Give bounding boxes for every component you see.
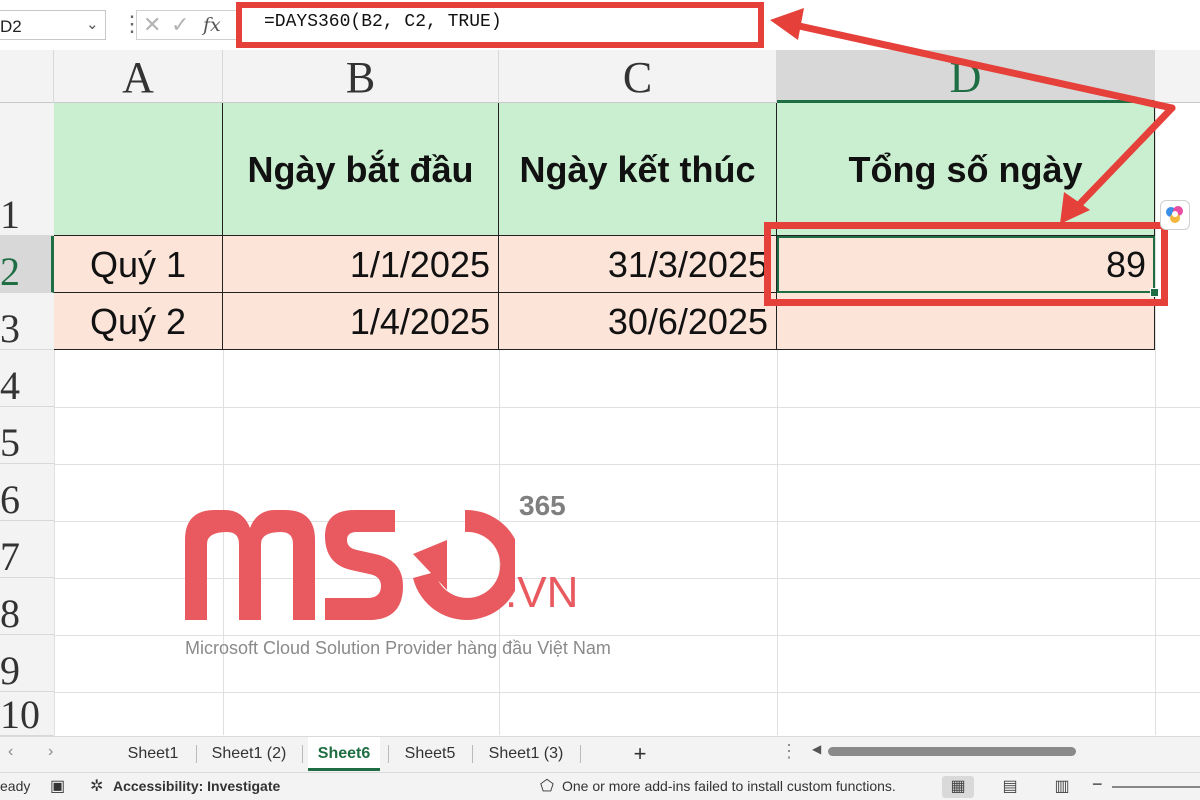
add-sheet-button[interactable]: + xyxy=(626,737,654,771)
tab-divider xyxy=(580,745,581,763)
macro-record-icon[interactable]: ▣ xyxy=(50,776,65,796)
tab-divider xyxy=(196,745,197,763)
zoom-out-icon[interactable]: − xyxy=(1092,774,1103,795)
annotation-arrows xyxy=(770,8,1176,224)
chevron-right-icon[interactable]: › xyxy=(48,743,53,761)
chevron-left-icon[interactable]: ‹ xyxy=(8,743,13,761)
mso-365-label: 365 xyxy=(519,490,566,521)
arrow-to-result xyxy=(1068,104,1176,216)
mso-logo xyxy=(185,509,515,620)
addin-warning-icon: ⬠ xyxy=(540,778,554,795)
mso-tagline: Microsoft Cloud Solution Provider hàng đ… xyxy=(185,638,611,658)
tab-sheet1-2[interactable]: Sheet1 (2) xyxy=(202,737,296,771)
mso-watermark: 365 .VN Microsoft Cloud Solution Provide… xyxy=(185,490,625,665)
status-bar: eady ▣ ✲ Accessibility: Investigate ⬠ On… xyxy=(0,772,1200,800)
ready-status: eady xyxy=(0,778,31,794)
tab-divider xyxy=(388,745,389,763)
accessibility-status[interactable]: Accessibility: Investigate xyxy=(113,778,280,794)
arrowhead-formula xyxy=(770,8,804,40)
accessibility-icon[interactable]: ✲ xyxy=(90,776,103,796)
page-layout-icon[interactable]: ▤ xyxy=(994,776,1026,798)
arrow-to-formula xyxy=(786,20,1176,112)
tab-sheet6[interactable]: Sheet6 xyxy=(308,737,380,771)
addins-message[interactable]: One or more add-ins failed to install cu… xyxy=(562,778,896,794)
scroll-left-icon[interactable]: ◀ xyxy=(812,742,821,756)
page-break-preview-icon[interactable]: ▥ xyxy=(1046,776,1078,798)
scrollbar-thumb[interactable] xyxy=(828,747,1076,756)
tab-sheet5[interactable]: Sheet5 xyxy=(394,737,466,771)
zoom-slider[interactable] xyxy=(1112,786,1200,788)
tab-sheet1-3[interactable]: Sheet1 (3) xyxy=(478,737,574,771)
mso-vn-label: .VN xyxy=(505,568,579,617)
more-options-icon[interactable]: ⋮ xyxy=(780,741,798,762)
tab-divider xyxy=(472,745,473,763)
tab-sheet1[interactable]: Sheet1 xyxy=(118,737,188,771)
normal-view-icon[interactable]: ▦ xyxy=(942,776,974,798)
tab-divider xyxy=(302,745,303,763)
